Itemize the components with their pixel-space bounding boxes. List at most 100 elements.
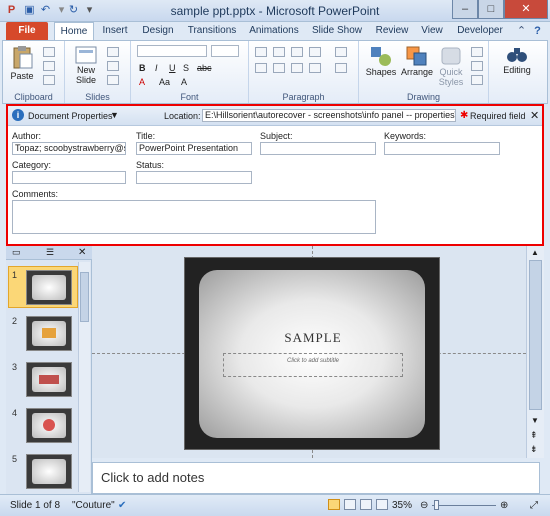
close-panel-icon[interactable]: ✕ [530, 109, 539, 122]
increase-indent-icon[interactable] [309, 47, 321, 57]
arrange-button[interactable]: Arrange [399, 45, 435, 77]
fit-to-window-icon[interactable]: ⤢ [530, 500, 538, 511]
format-painter-icon[interactable] [43, 75, 55, 85]
numbering-icon[interactable] [273, 47, 285, 57]
previous-slide-icon[interactable]: ⇞ [530, 430, 538, 441]
text-direction-icon[interactable] [335, 47, 347, 57]
minimize-button[interactable]: – [452, 0, 478, 19]
editing-button[interactable]: Editing [497, 45, 537, 75]
paste-label: Paste [10, 71, 34, 81]
slides-panel-scrollbar[interactable] [78, 262, 90, 492]
tab-view[interactable]: View [416, 22, 448, 40]
slide-thumbnail-3[interactable] [26, 362, 72, 397]
change-case-button[interactable]: Aa [159, 77, 170, 87]
paste-button[interactable]: Paste [7, 45, 37, 81]
arrange-label: Arrange [400, 67, 434, 77]
strikethrough-button[interactable]: abc [197, 63, 212, 73]
tab-insert[interactable]: Insert [96, 22, 134, 40]
font-size-box[interactable] [211, 45, 239, 57]
layout-icon[interactable] [107, 47, 119, 57]
zoom-out-icon[interactable]: ⊖ [420, 500, 428, 511]
slide-title[interactable]: SAMPLE [185, 330, 441, 346]
italic-button[interactable]: I [155, 63, 158, 73]
tab-file[interactable]: File [6, 22, 48, 40]
minimize-ribbon-icon[interactable]: ⌃ [514, 24, 529, 39]
notes-pane[interactable]: Click to add notes [92, 462, 540, 494]
dropdown-arrow-icon[interactable]: ▼ [110, 110, 119, 120]
zoom-level[interactable]: 35% [392, 500, 412, 511]
slide-sorter-icon[interactable] [344, 499, 356, 510]
tab-slide-show[interactable]: Slide Show [308, 22, 366, 40]
normal-view-icon[interactable] [328, 499, 340, 510]
outline-tab-icon[interactable]: ☰ [46, 247, 54, 258]
font-color-button[interactable]: A [139, 77, 145, 87]
slide-thumbnail-4[interactable] [26, 408, 72, 443]
slide-thumbnail-2[interactable] [26, 316, 72, 351]
shape-fill-icon[interactable] [471, 47, 483, 57]
keywords-field[interactable] [384, 142, 500, 155]
align-left-icon[interactable] [255, 63, 267, 73]
tab-home[interactable]: Home [54, 22, 94, 40]
scroll-thumb[interactable] [529, 260, 542, 410]
slide-number: 5 [12, 454, 18, 464]
title-field[interactable]: PowerPoint Presentation [136, 142, 252, 155]
quick-styles-button[interactable]: Quick Styles [435, 45, 467, 87]
tab-design[interactable]: Design [138, 22, 178, 40]
font-name-box[interactable] [137, 45, 207, 57]
category-field[interactable] [12, 171, 126, 184]
clear-formatting-button[interactable]: A [181, 77, 187, 87]
author-field[interactable]: Topaz; scoobystrawberry@sco [12, 142, 126, 155]
tab-transitions[interactable]: Transitions [184, 22, 240, 40]
reset-icon[interactable] [107, 61, 119, 71]
comments-field[interactable] [12, 200, 376, 234]
slide-count: Slide 1 of 8 [10, 500, 61, 511]
slide-thumbnail-1[interactable] [26, 270, 72, 305]
slide-thumbnail-5[interactable] [26, 454, 72, 489]
shape-effects-icon[interactable] [471, 75, 483, 85]
slide-canvas[interactable]: SAMPLE Click to add subtitle [184, 257, 440, 450]
slide-subtitle-placeholder[interactable]: Click to add subtitle [223, 353, 403, 377]
help-icon[interactable]: ? [530, 24, 545, 39]
shapes-button[interactable]: Shapes [365, 45, 397, 77]
section-icon[interactable] [107, 75, 119, 85]
next-slide-icon[interactable]: ⇟ [530, 444, 538, 455]
copy-icon[interactable] [43, 61, 55, 71]
shadow-button[interactable]: S [183, 63, 189, 73]
align-center-icon[interactable] [273, 63, 285, 73]
bullets-icon[interactable] [255, 47, 267, 57]
zoom-slider-thumb[interactable] [434, 500, 439, 510]
tab-review[interactable]: Review [372, 22, 412, 40]
scroll-up-icon[interactable]: ▲ [531, 248, 539, 257]
slides-tab-icon[interactable]: ▭ [12, 247, 21, 258]
close-slides-panel-icon[interactable]: ✕ [78, 247, 86, 258]
reading-view-icon[interactable] [360, 499, 372, 510]
tab-animations[interactable]: Animations [246, 22, 302, 40]
justify-icon[interactable] [309, 63, 321, 73]
align-right-icon[interactable] [291, 63, 303, 73]
theme-name[interactable]: "Couture" [72, 500, 115, 511]
vertical-scrollbar[interactable]: ▲ ▼ ⇞ ⇟ [526, 246, 544, 458]
shape-outline-icon[interactable] [471, 61, 483, 71]
subject-field[interactable] [260, 142, 376, 155]
slide-number: 3 [12, 362, 18, 372]
tab-developer[interactable]: Developer [454, 22, 506, 40]
new-slide-button[interactable]: New Slide [71, 45, 101, 85]
zoom-in-icon[interactable]: ⊕ [500, 500, 508, 511]
notes-placeholder[interactable]: Click to add notes [101, 470, 204, 485]
zoom-slider[interactable] [432, 505, 496, 506]
decrease-indent-icon[interactable] [291, 47, 303, 57]
arrange-icon [406, 46, 427, 66]
bold-button[interactable]: B [139, 63, 146, 73]
close-button[interactable]: ✕ [504, 0, 548, 19]
location-field[interactable]: E:\Hillsorient\autorecover - screenshots… [202, 109, 456, 122]
spelling-check-icon[interactable]: ✔ [118, 500, 126, 511]
align-text-icon[interactable] [335, 63, 347, 73]
document-properties-dropdown[interactable]: Document Properties [28, 111, 113, 121]
status-label: Status: [136, 160, 165, 170]
slide-show-icon[interactable] [376, 499, 388, 510]
scroll-down-icon[interactable]: ▼ [531, 416, 539, 425]
maximize-button[interactable]: □ [478, 0, 504, 19]
status-field[interactable] [136, 171, 252, 184]
underline-button[interactable]: U [169, 63, 176, 73]
cut-icon[interactable] [43, 47, 55, 57]
